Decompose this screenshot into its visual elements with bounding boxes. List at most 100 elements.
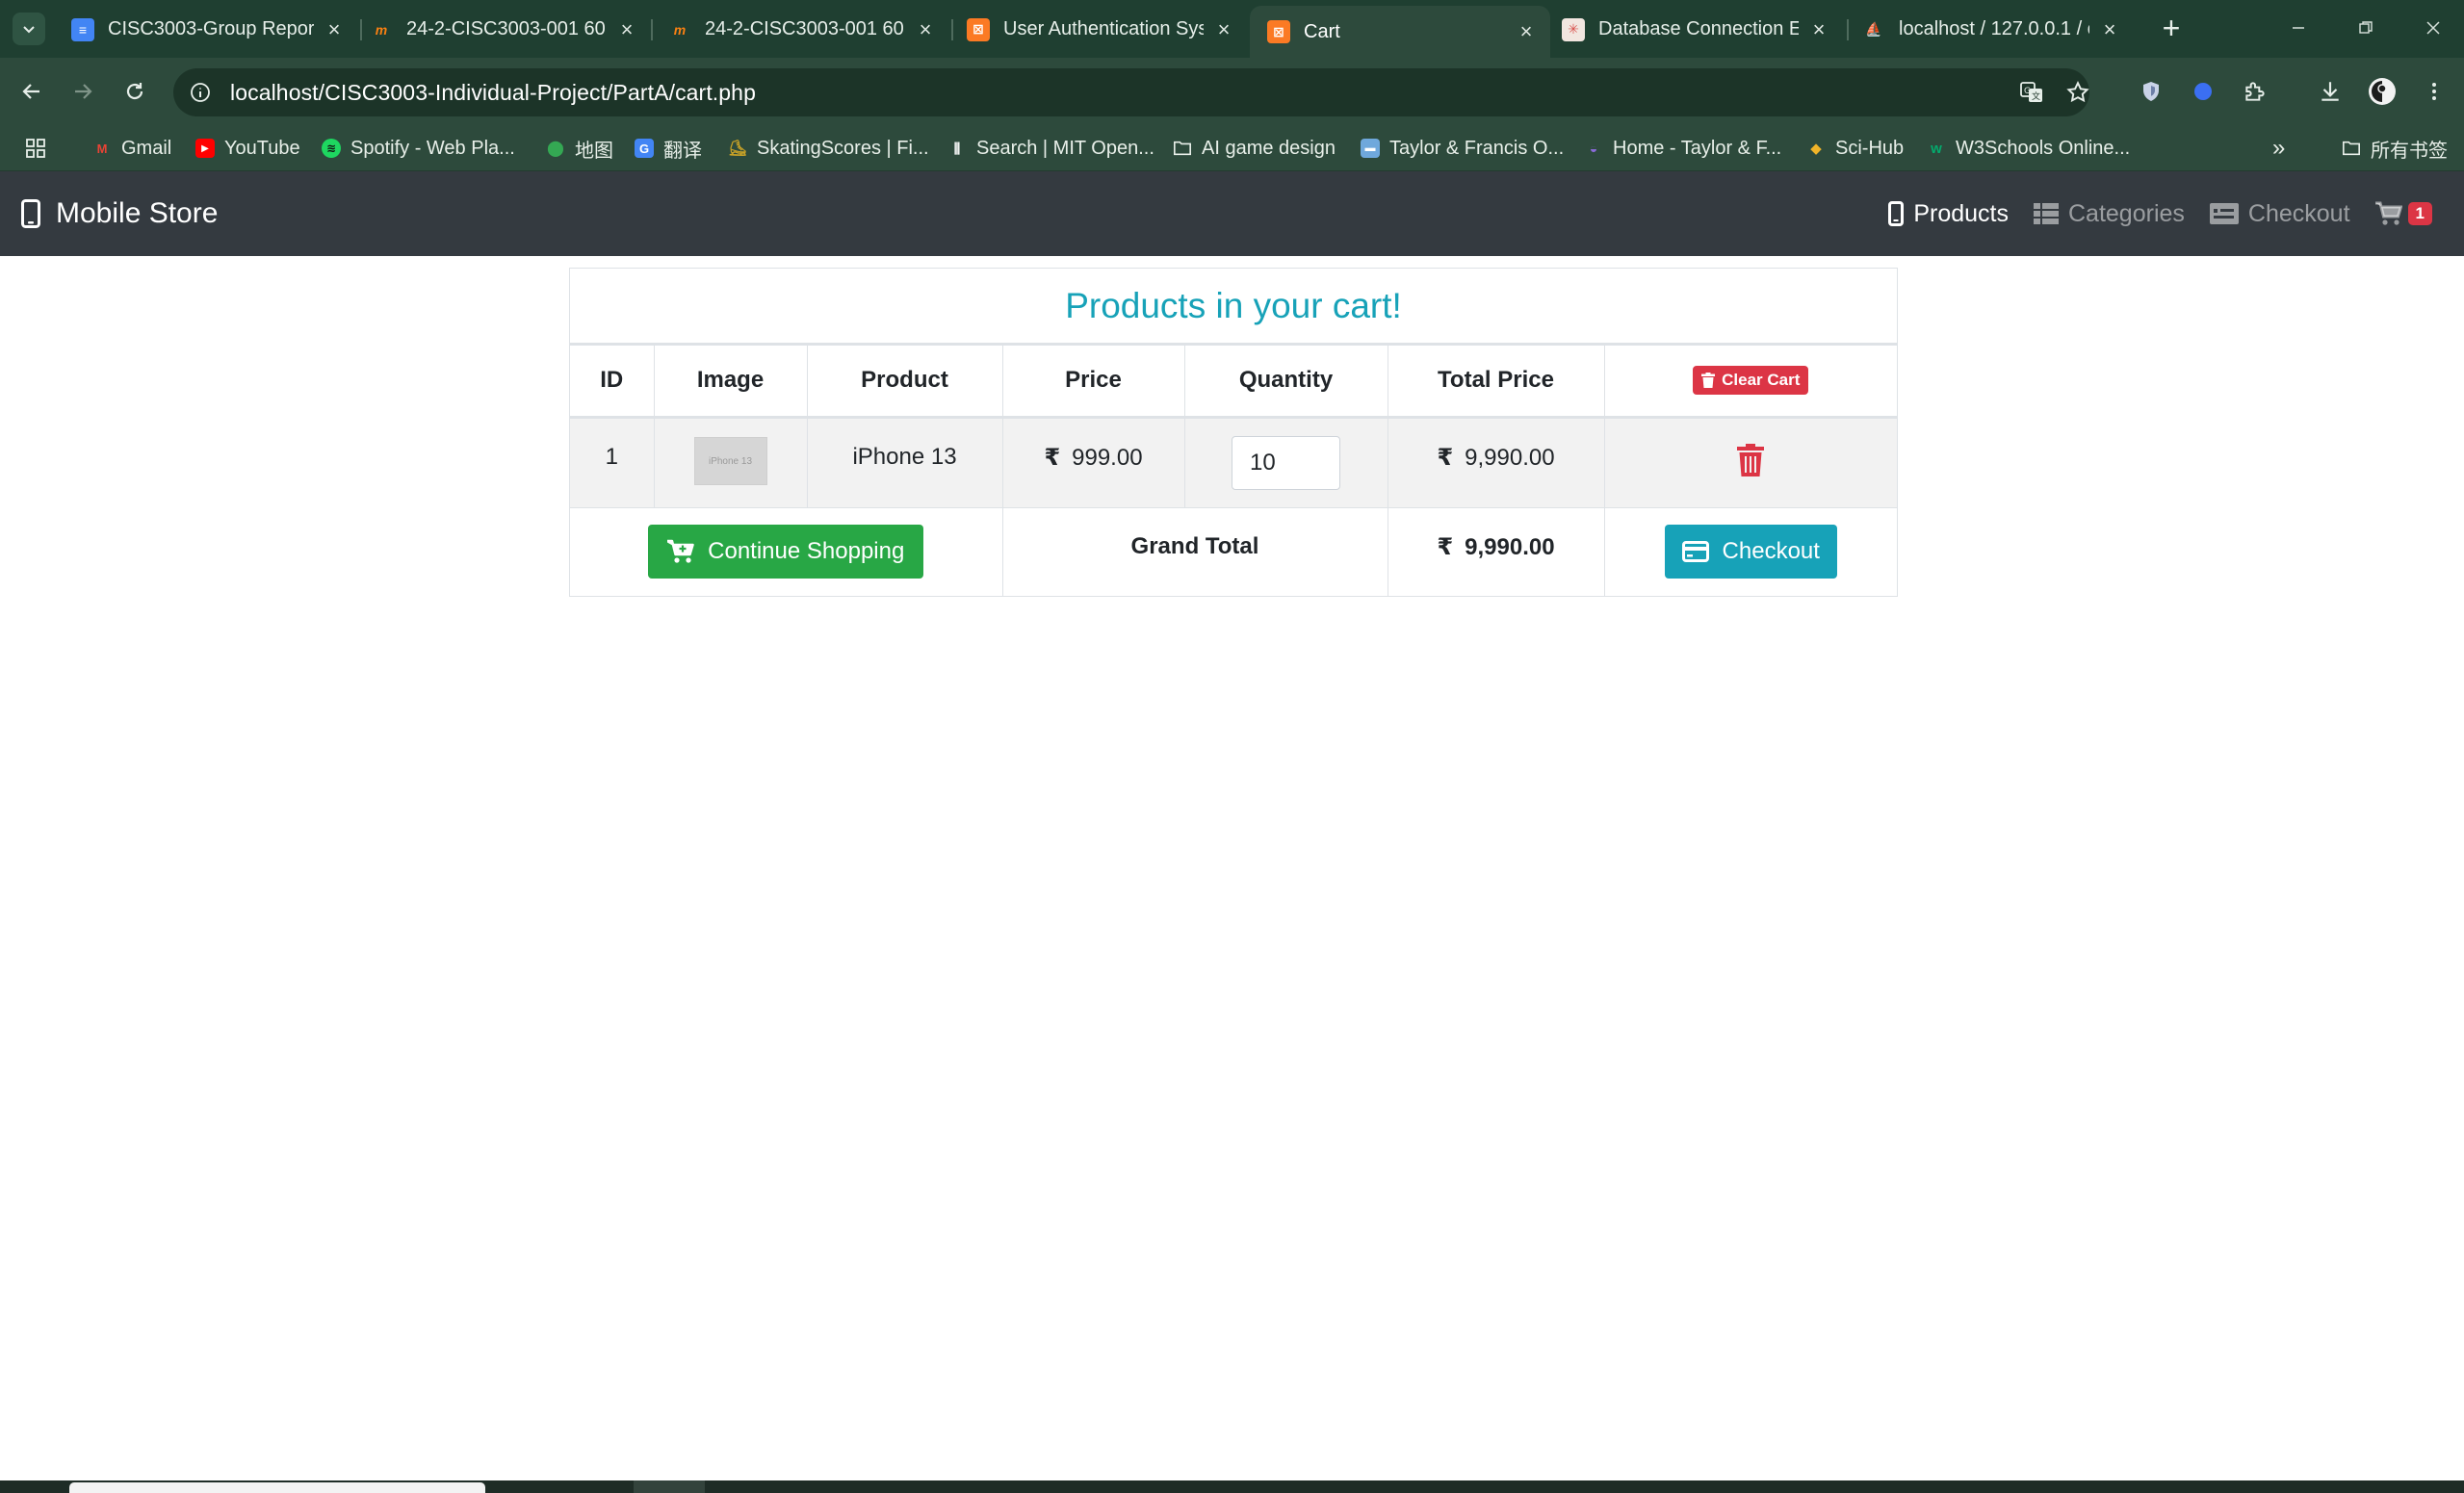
shield-icon[interactable] xyxy=(2134,74,2168,109)
tab-search-button[interactable] xyxy=(13,13,45,45)
puzzle-icon[interactable] xyxy=(2238,74,2272,109)
close-icon[interactable]: × xyxy=(1808,17,1829,41)
svg-text:G: G xyxy=(2024,87,2031,96)
restore-button[interactable] xyxy=(2351,13,2380,42)
profile-avatar[interactable] xyxy=(2365,74,2399,109)
close-window-button[interactable] xyxy=(2419,13,2448,42)
shopping-cart-icon xyxy=(2374,201,2402,226)
bookmark-ai-game-design[interactable]: AI game design xyxy=(1173,133,1336,164)
close-icon[interactable]: × xyxy=(2099,17,2120,41)
close-icon[interactable]: × xyxy=(915,17,936,41)
brand-link[interactable]: Mobile Store xyxy=(21,171,218,256)
tab-user-auth[interactable]: ⊠ User Authentication Sys × xyxy=(949,8,1248,51)
os-taskbar xyxy=(0,1480,2464,1493)
url-text: localhost/CISC3003-Individual-Project/Pa… xyxy=(230,79,756,105)
cart-plus-icon xyxy=(667,539,694,564)
cell-grand-total-label: Grand Total xyxy=(1002,507,1388,596)
cart-footer-row: Continue Shopping Grand Total ₹9,990.00 … xyxy=(570,507,1897,596)
folder-icon xyxy=(1173,139,1192,158)
all-bookmarks-folder[interactable]: 所有书签 xyxy=(2342,133,2448,164)
checkout-button[interactable]: Checkout xyxy=(1664,525,1837,579)
localhost-icon: ✳ xyxy=(1562,17,1585,41)
nav-links: Products Categories Checkout 1 xyxy=(1863,171,2432,256)
column-header-id: ID xyxy=(570,346,655,419)
back-button[interactable] xyxy=(14,74,49,109)
nav-checkout[interactable]: Checkout xyxy=(2209,200,2350,228)
rupee-icon: ₹ xyxy=(1437,533,1454,560)
money-check-icon xyxy=(2209,203,2239,224)
cart-heading: Products in your cart! xyxy=(570,269,1897,346)
table-row: 1 iPhone 13 iPhone 13 ₹999.00 ₹9,990.00 xyxy=(570,417,1897,507)
column-header-image: Image xyxy=(654,346,808,419)
cell-image: iPhone 13 xyxy=(654,417,808,507)
rupee-icon: ₹ xyxy=(1044,444,1061,471)
new-tab-button[interactable]: + xyxy=(2155,11,2188,45)
extension-dot-icon[interactable] xyxy=(2186,74,2220,109)
taskbar-app[interactable] xyxy=(634,1480,705,1493)
tab-cart[interactable]: ⊠ Cart × xyxy=(1250,6,1550,58)
nav-cart[interactable]: 1 xyxy=(2374,201,2432,226)
cart-table: ID Image Product Price Quantity Total Pr… xyxy=(570,346,1897,596)
mobile-phone-icon xyxy=(1888,201,1905,226)
spotify-icon: ≋ xyxy=(322,139,341,158)
tab-moodle-2[interactable]: m 24-2-CISC3003-001 60( × xyxy=(651,8,949,51)
bookmark-w3schools[interactable]: w W3Schools Online... xyxy=(1927,133,2130,164)
tab-db-connection[interactable]: ✳ Database Connection E × xyxy=(1544,8,1843,51)
bookmarks-bar: M Gmail ▶ YouTube ≋ Spotify - Web Pla... ⬤ 地… xyxy=(0,125,2464,171)
tab-moodle-1[interactable]: m 24-2-CISC3003-001 60( × xyxy=(352,8,651,51)
double-chevron-right-icon: » xyxy=(2272,135,2286,161)
reload-button[interactable] xyxy=(117,74,152,109)
nav-products[interactable]: Products xyxy=(1888,200,2009,228)
svg-text:文: 文 xyxy=(2032,90,2040,102)
minimize-icon xyxy=(2293,27,2304,29)
bookmark-skatingscores[interactable]: ⛸ SkatingScores | Fi... xyxy=(728,133,929,164)
continue-shopping-button[interactable]: Continue Shopping xyxy=(648,525,924,579)
address-bar[interactable]: localhost/CISC3003-Individual-Project/Pa… xyxy=(173,68,2089,116)
clear-cart-button[interactable]: Clear Cart xyxy=(1693,366,1809,396)
bookmark-taylor-francis-home[interactable]: ◒ Home - Taylor & F... xyxy=(1584,133,1781,164)
xampp-icon: ⊠ xyxy=(1267,20,1290,43)
cell-total: ₹9,990.00 xyxy=(1388,417,1605,507)
tab-docs[interactable]: ≡ CISC3003-Group Repor × xyxy=(54,8,358,51)
cell-continue: Continue Shopping xyxy=(570,507,1003,596)
quantity-input[interactable] xyxy=(1232,435,1340,490)
minimize-button[interactable] xyxy=(2284,13,2313,42)
scihub-icon: ◆ xyxy=(1810,141,1822,157)
column-header-price: Price xyxy=(1002,346,1185,419)
bookmark-taylor-francis[interactable]: ▬ Taylor & Francis O... xyxy=(1361,133,1564,164)
bookmark-mit[interactable]: ⫼ Search | MIT Open... xyxy=(947,133,1154,164)
site-info-icon[interactable] xyxy=(188,80,213,105)
cell-grand-total: ₹9,990.00 xyxy=(1388,507,1605,596)
apps-grid-icon[interactable] xyxy=(25,133,46,164)
cell-id: 1 xyxy=(570,417,655,507)
bookmark-gmail[interactable]: M Gmail xyxy=(92,133,172,164)
star-icon[interactable] xyxy=(2061,68,2095,116)
table-list-icon xyxy=(2034,202,2059,225)
kebab-menu-icon[interactable] xyxy=(2417,74,2451,109)
nav-categories[interactable]: Categories xyxy=(2034,200,2185,228)
store-navbar: Mobile Store Products Categories Checkou… xyxy=(0,171,2464,256)
close-icon[interactable]: × xyxy=(1213,17,1234,41)
forward-button[interactable] xyxy=(65,74,100,109)
translate-icon[interactable]: G文 xyxy=(2014,68,2049,116)
browser-tabstrip: ≡ CISC3003-Group Repor × m 24-2-CISC3003… xyxy=(0,0,2464,58)
close-icon[interactable]: × xyxy=(616,17,637,41)
cell-product: iPhone 13 xyxy=(807,417,1003,507)
mit-icon: ⫼ xyxy=(953,140,961,156)
bookmark-translate[interactable]: G 翻译 xyxy=(635,133,702,164)
bookmark-maps[interactable]: ⬤ 地图 xyxy=(546,133,613,164)
close-icon[interactable]: × xyxy=(1516,19,1537,43)
bookmark-scihub[interactable]: ◆ Sci-Hub xyxy=(1806,133,1904,164)
bookmarks-overflow-button[interactable]: » xyxy=(2272,133,2285,164)
cart-header-row: ID Image Product Price Quantity Total Pr… xyxy=(570,346,1897,419)
close-icon[interactable]: × xyxy=(324,17,345,41)
tab-phpmyadmin[interactable]: ⛵ localhost / 127.0.0.1 / c × xyxy=(1845,8,2134,51)
remove-item-button[interactable] xyxy=(1737,443,1765,476)
trash-icon xyxy=(1737,443,1765,476)
gmail-icon: M xyxy=(96,141,108,156)
bookmark-youtube[interactable]: ▶ YouTube xyxy=(195,133,300,164)
taskbar-search[interactable] xyxy=(69,1482,485,1493)
download-icon[interactable] xyxy=(2313,74,2347,109)
bookmark-spotify[interactable]: ≋ Spotify - Web Pla... xyxy=(322,133,515,164)
cell-price: ₹999.00 xyxy=(1002,417,1185,507)
